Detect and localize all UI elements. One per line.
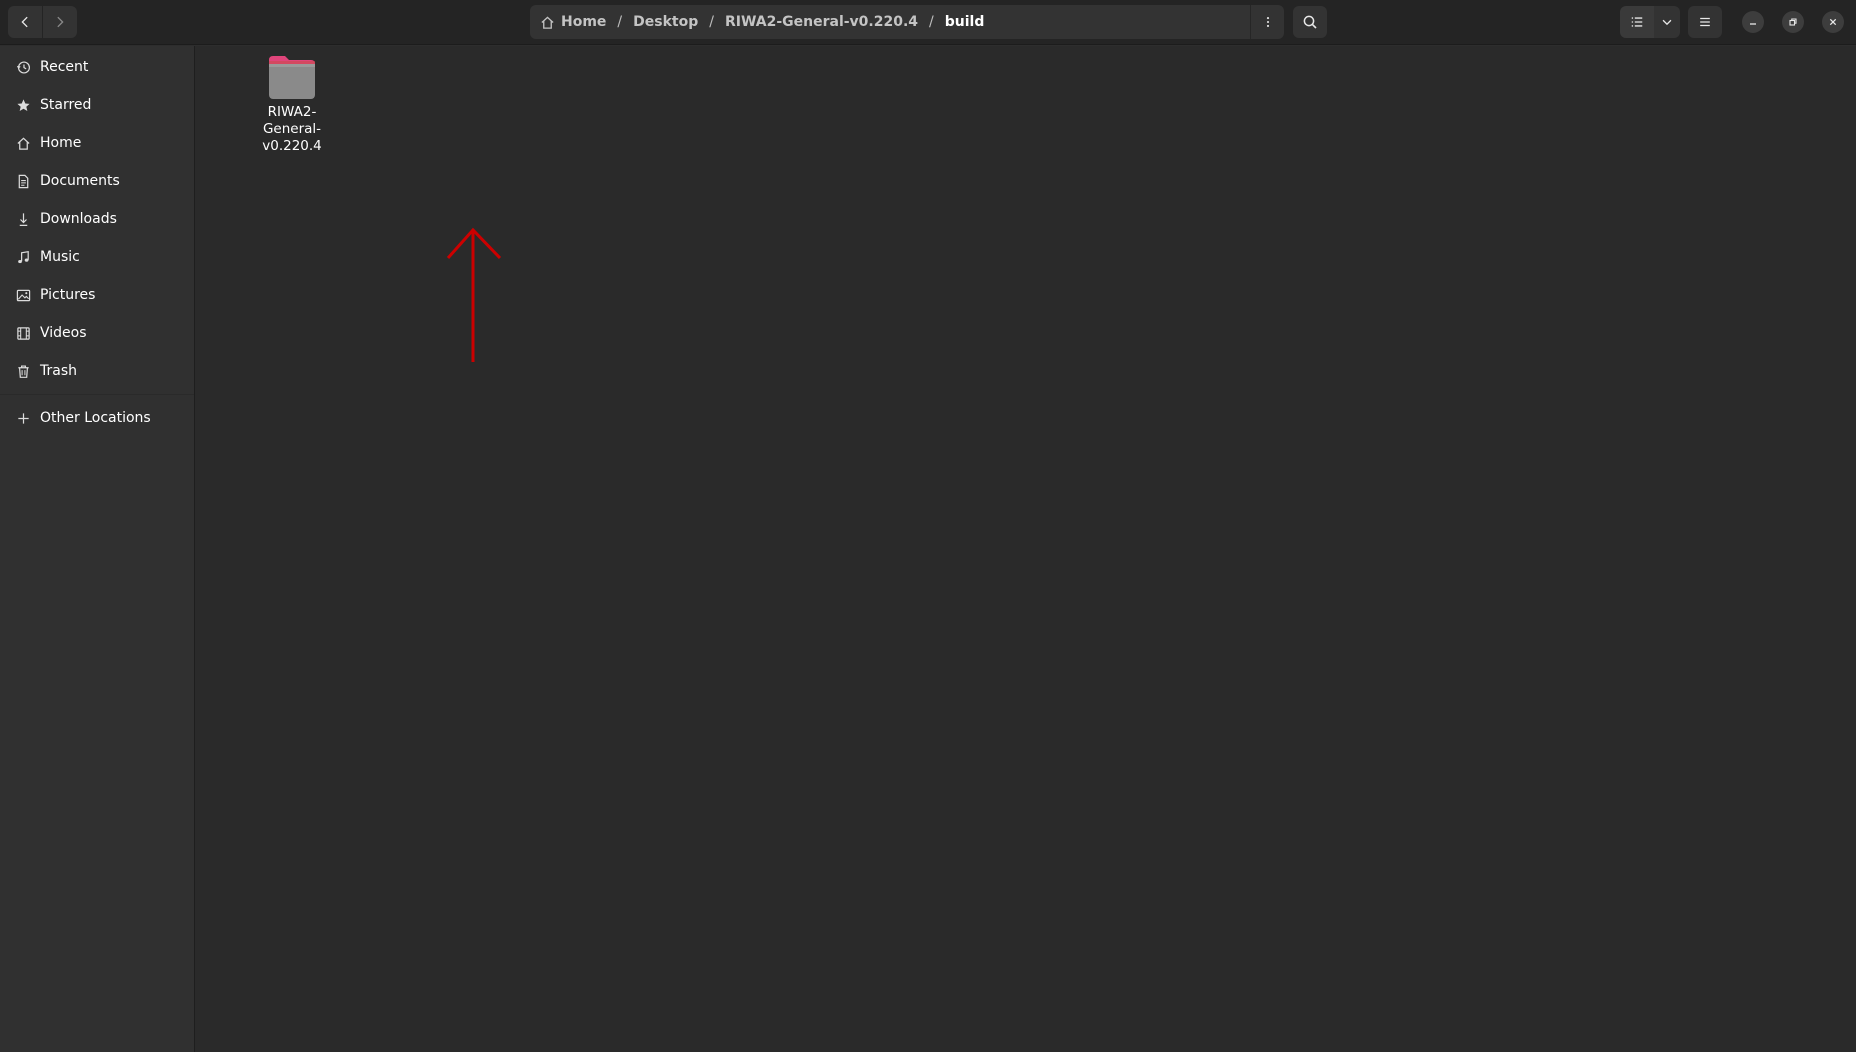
breadcrumb-label: RIWA2-General-v0.220.4 — [724, 14, 919, 30]
restore-button[interactable] — [1782, 11, 1804, 33]
path-bar: Home / Desktop / RIWA2-General-v0.220.4 … — [530, 5, 1284, 39]
breadcrumb-build[interactable]: build — [945, 14, 985, 30]
sidebar-item-label: Videos — [40, 325, 87, 341]
clock-icon — [16, 60, 31, 74]
close-icon — [1829, 18, 1837, 26]
breadcrumb-separator: / — [709, 14, 714, 30]
sidebar-item-other-locations[interactable]: Other Locations — [0, 400, 194, 436]
back-button[interactable] — [8, 6, 42, 38]
file-manager-window: Home / Desktop / RIWA2-General-v0.220.4 … — [0, 0, 1856, 1052]
view-options-dropdown[interactable] — [1654, 6, 1680, 38]
sidebar-item-label: Documents — [40, 173, 120, 189]
vertical-dots-icon — [1266, 17, 1269, 27]
breadcrumb-label: Desktop — [633, 14, 699, 30]
sidebar-item-label: Recent — [40, 59, 89, 75]
sidebar-divider — [0, 394, 194, 395]
hamburger-menu-icon — [1700, 17, 1710, 27]
breadcrumb-desktop[interactable]: Desktop — [633, 14, 698, 30]
sidebar-item-label: Pictures — [40, 287, 96, 303]
main-menu-button[interactable] — [1688, 6, 1722, 38]
sidebar-item-label: Other Locations — [40, 410, 151, 426]
headerbar: Home / Desktop / RIWA2-General-v0.220.4 … — [0, 0, 1856, 45]
breadcrumb-project[interactable]: RIWA2-General-v0.220.4 — [725, 14, 918, 30]
minimize-icon — [1750, 23, 1756, 25]
sidebar-item-documents[interactable]: Documents — [0, 163, 194, 199]
sidebar-item-trash[interactable]: Trash — [0, 353, 194, 389]
sidebar-item-label: Trash — [40, 363, 77, 379]
restore-icon — [1789, 18, 1797, 26]
folder-icon — [269, 56, 315, 99]
breadcrumb-label: build — [944, 14, 985, 30]
sidebar-item-downloads[interactable]: Downloads — [0, 201, 194, 237]
breadcrumb-separator: / — [617, 14, 623, 30]
sidebar-item-label: Music — [40, 249, 80, 265]
chevron-right-icon — [57, 16, 64, 28]
file-view[interactable]: RIWA2-General-v0.220.4 — [195, 46, 1856, 1052]
breadcrumb-separator: / — [929, 14, 934, 30]
sidebar-item-videos[interactable]: Videos — [0, 315, 194, 351]
sidebar-item-pictures[interactable]: Pictures — [0, 277, 194, 313]
path-options-button[interactable] — [1250, 5, 1284, 39]
list-view-button[interactable] — [1620, 6, 1654, 38]
home-icon — [17, 137, 30, 150]
list-view-icon — [1631, 17, 1643, 27]
sidebar-item-starred[interactable]: Starred — [0, 87, 194, 123]
home-icon — [541, 15, 554, 29]
red-arrow-up-icon — [446, 227, 502, 362]
picture-icon — [16, 289, 31, 301]
star-icon — [17, 98, 30, 111]
sidebar: Recent Starred Home Documents Downloads … — [0, 46, 195, 1052]
sidebar-item-music[interactable]: Music — [0, 239, 194, 275]
search-icon — [1303, 15, 1317, 29]
breadcrumb-label: Home — [561, 14, 607, 30]
sidebar-item-recent[interactable]: Recent — [0, 49, 194, 85]
chevron-left-icon — [21, 16, 28, 28]
sidebar-item-label: Home — [40, 135, 82, 151]
minimize-button[interactable] — [1742, 11, 1764, 33]
sidebar-item-label: Starred — [40, 97, 92, 113]
forward-button[interactable] — [43, 6, 77, 38]
sidebar-item-label: Downloads — [40, 211, 117, 227]
film-icon — [17, 326, 30, 340]
plus-icon — [18, 412, 29, 424]
search-button[interactable] — [1293, 6, 1327, 38]
music-icon — [18, 250, 29, 263]
document-icon — [18, 174, 29, 188]
close-button[interactable] — [1822, 11, 1844, 33]
folder-item[interactable]: RIWA2-General-v0.220.4 — [257, 54, 327, 164]
sidebar-item-home[interactable]: Home — [0, 125, 194, 161]
download-icon — [19, 212, 28, 226]
chevron-down-icon — [1662, 19, 1672, 26]
folder-name: RIWA2-General-v0.220.4 — [262, 104, 322, 154]
breadcrumb-home[interactable]: Home — [540, 14, 606, 30]
trash-icon — [18, 364, 29, 378]
